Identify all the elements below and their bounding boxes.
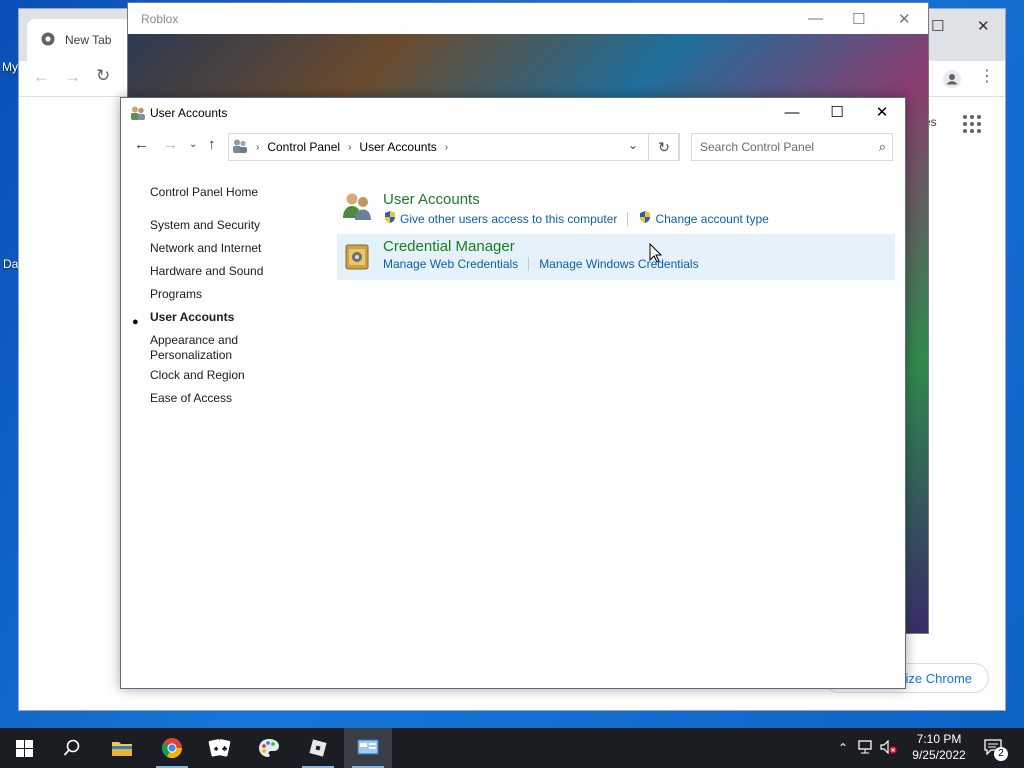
cp-titlebar: User Accounts — ☐ ✕ bbox=[121, 98, 905, 129]
up-arrow-icon[interactable]: ↑ bbox=[208, 136, 216, 153]
desktop-label-da[interactable]: Da bbox=[3, 257, 18, 271]
address-dropdown-icon[interactable]: ⌄ bbox=[628, 138, 638, 152]
control-panel-home-link[interactable]: Control Panel Home bbox=[150, 185, 258, 200]
roblox-icon bbox=[309, 739, 327, 757]
breadcrumb-user-accounts[interactable]: User Accounts bbox=[359, 140, 436, 154]
back-arrow-icon[interactable]: ← bbox=[134, 136, 149, 153]
mouse-cursor-icon bbox=[649, 242, 663, 266]
uac-shield-icon bbox=[638, 210, 652, 227]
manage-web-credentials-link[interactable]: Manage Web Credentials bbox=[383, 257, 518, 271]
volume-muted-icon[interactable] bbox=[880, 739, 898, 757]
cp-navigation-bar: ← → ⌄ ↑ › Control Panel › User Accounts … bbox=[121, 129, 905, 163]
chrome-close-icon[interactable]: ✕ bbox=[977, 17, 990, 35]
breadcrumb-separator-icon[interactable]: › bbox=[348, 142, 351, 153]
windows-logo-icon bbox=[15, 739, 33, 757]
sidebar-item-hardware-and-sound[interactable]: Hardware and Sound bbox=[150, 264, 263, 279]
refresh-button[interactable]: ↻ bbox=[648, 133, 680, 161]
taskbar: ♠ ♣ ⌃ 7:10 PM 9/25/2022 2 bbox=[0, 728, 1024, 768]
reload-icon[interactable]: ↻ bbox=[96, 66, 110, 86]
desktop-label-my[interactable]: My bbox=[2, 60, 18, 74]
taskbar-solitaire[interactable]: ♠ ♣ bbox=[196, 728, 244, 768]
forward-arrow-icon[interactable]: → bbox=[64, 67, 81, 87]
folder-icon bbox=[112, 742, 132, 756]
profile-avatar-icon[interactable] bbox=[943, 70, 961, 91]
network-icon[interactable] bbox=[858, 739, 874, 757]
breadcrumb-control-panel[interactable]: Control Panel bbox=[267, 140, 340, 154]
give-other-users-access-link[interactable]: Give other users access to this computer bbox=[400, 212, 617, 226]
svg-text:♣: ♣ bbox=[222, 744, 228, 753]
clock-date: 9/25/2022 bbox=[912, 748, 966, 762]
forward-arrow-icon[interactable]: → bbox=[163, 136, 178, 153]
sidebar-item-network-and-internet[interactable]: Network and Internet bbox=[150, 241, 261, 256]
sidebar-item-ease-of-access[interactable]: Ease of Access bbox=[150, 391, 232, 406]
taskbar-file-explorer[interactable] bbox=[98, 728, 146, 768]
control-panel-window: User Accounts — ☐ ✕ ← → ⌄ ↑ › Control Pa… bbox=[120, 97, 906, 689]
control-panel-icon bbox=[357, 739, 379, 755]
sidebar-item-system-and-security[interactable]: System and Security bbox=[150, 218, 260, 233]
change-account-type-link[interactable]: Change account type bbox=[655, 212, 768, 226]
roblox-minimize-icon[interactable]: — bbox=[808, 10, 823, 27]
manage-windows-credentials-link[interactable]: Manage Windows Credentials bbox=[539, 257, 698, 271]
taskbar-roblox[interactable] bbox=[294, 728, 342, 768]
breadcrumb-separator-icon[interactable]: › bbox=[256, 142, 259, 153]
search-box[interactable]: ⌕ bbox=[691, 133, 893, 161]
chrome-tab-label: New Tab bbox=[65, 33, 112, 47]
roblox-maximize-icon[interactable]: ☐ bbox=[852, 10, 865, 28]
roblox-close-icon[interactable]: ✕ bbox=[898, 10, 911, 28]
taskbar-control-panel[interactable] bbox=[344, 728, 392, 768]
active-item-bullet: ● bbox=[132, 316, 139, 328]
category-title-credential-manager[interactable]: Credential Manager bbox=[383, 238, 515, 255]
chrome-icon bbox=[41, 32, 55, 49]
taskbar-search-button[interactable] bbox=[48, 728, 96, 768]
sidebar-item-programs[interactable]: Programs bbox=[150, 287, 202, 302]
taskbar-chrome[interactable] bbox=[148, 728, 196, 768]
address-bar[interactable]: › Control Panel › User Accounts › ⌄ bbox=[228, 133, 679, 161]
sidebar-item-appearance-and-personalization[interactable]: Appearance and Personalization bbox=[150, 333, 250, 363]
search-input[interactable] bbox=[700, 140, 865, 154]
credential-manager-icon bbox=[343, 241, 371, 274]
sidebar-item-user-accounts[interactable]: User Accounts bbox=[150, 310, 234, 325]
clock-time: 7:10 PM bbox=[916, 732, 962, 746]
google-apps-icon[interactable] bbox=[963, 115, 981, 133]
user-accounts-icon bbox=[130, 105, 146, 124]
cp-minimize-icon[interactable]: — bbox=[777, 102, 807, 124]
chrome-maximize-icon[interactable]: ☐ bbox=[931, 17, 944, 35]
category-links-user-accounts: Give other users access to this computer… bbox=[383, 210, 769, 227]
cards-icon: ♠ ♣ bbox=[208, 739, 231, 757]
uac-shield-icon bbox=[383, 210, 397, 227]
chrome-menu-icon[interactable]: ⋮ bbox=[979, 66, 995, 86]
breadcrumb-separator-icon[interactable]: › bbox=[445, 142, 448, 153]
back-arrow-icon[interactable]: ← bbox=[33, 67, 50, 87]
system-tray: ⌃ bbox=[838, 728, 898, 768]
notification-count-badge: 2 bbox=[994, 747, 1008, 761]
palette-icon bbox=[259, 739, 279, 757]
link-divider bbox=[627, 211, 629, 226]
user-accounts-category-icon bbox=[341, 190, 373, 225]
link-divider bbox=[528, 257, 530, 271]
search-icon[interactable]: ⌕ bbox=[879, 139, 886, 155]
recent-locations-chevron-icon[interactable]: ⌄ bbox=[189, 139, 197, 150]
chrome-icon bbox=[161, 738, 183, 759]
taskbar-paint[interactable] bbox=[245, 728, 293, 768]
category-credential-manager[interactable]: Credential Manager Manage Web Credential… bbox=[337, 234, 895, 280]
roblox-title: Roblox bbox=[141, 11, 179, 26]
cp-maximize-icon[interactable]: ☐ bbox=[822, 102, 852, 124]
search-icon bbox=[63, 739, 80, 756]
cp-close-icon[interactable]: ✕ bbox=[867, 102, 897, 124]
category-user-accounts: User Accounts Give other users access to… bbox=[337, 186, 895, 232]
roblox-titlebar: Roblox — ☐ ✕ bbox=[128, 3, 928, 34]
start-button[interactable] bbox=[0, 728, 48, 768]
control-panel-small-icon bbox=[232, 138, 248, 157]
show-hidden-icons-chevron-icon[interactable]: ⌃ bbox=[838, 741, 848, 755]
taskbar-clock[interactable]: 7:10 PM 9/25/2022 bbox=[904, 731, 974, 763]
cp-window-title: User Accounts bbox=[150, 106, 228, 120]
sidebar-item-clock-and-region[interactable]: Clock and Region bbox=[150, 368, 245, 383]
category-title-user-accounts[interactable]: User Accounts bbox=[383, 191, 480, 208]
